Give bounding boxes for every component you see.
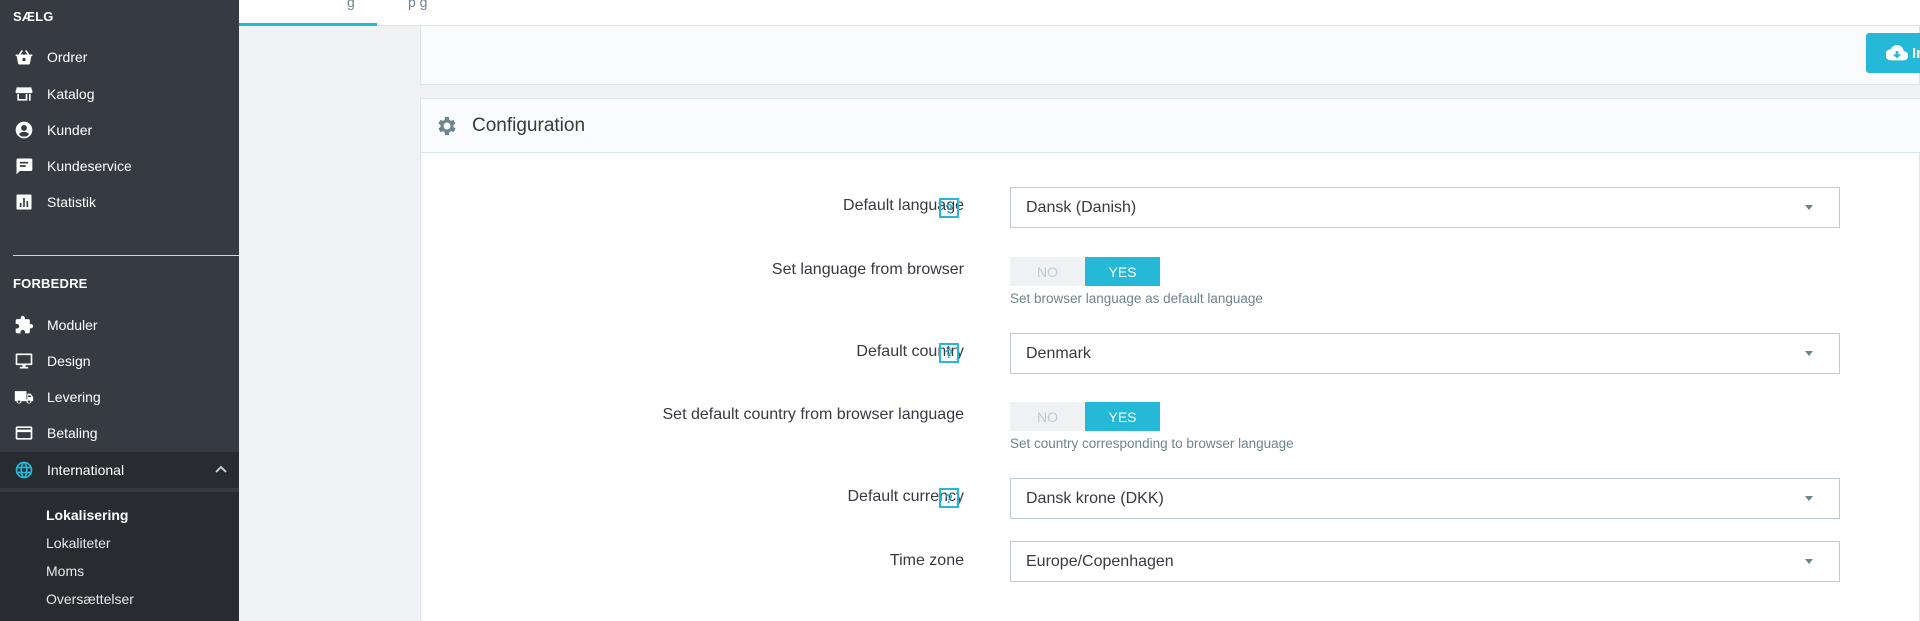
caret-down-icon xyxy=(1805,351,1813,356)
country-from-browser-label: Set default country from browser languag… xyxy=(662,406,965,423)
gear-icon xyxy=(438,116,456,135)
time-zone-label: Time zone xyxy=(889,552,964,569)
switch-yes-option[interactable]: YES xyxy=(1085,257,1160,286)
help-icon[interactable]: ? xyxy=(939,343,959,363)
sidebar-item-payment[interactable]: Betaling xyxy=(0,415,239,451)
time-zone-select[interactable]: Europe/Copenhagen xyxy=(1010,541,1840,582)
cloud-download-icon xyxy=(1886,45,1908,61)
configuration-header: Configuration xyxy=(421,99,1920,153)
sidebar-item-label: Betaling xyxy=(47,425,98,441)
sidebar-item-orders[interactable]: Ordrer xyxy=(0,39,239,75)
sidebar-item-label: Design xyxy=(47,353,91,369)
sidebar-item-label: Moduler xyxy=(47,317,98,333)
section-title-sell: SÆLG xyxy=(13,9,54,24)
sidebar-item-label: International xyxy=(47,462,125,478)
import-card xyxy=(420,26,1920,85)
tab-active[interactable]: g xyxy=(239,0,377,26)
default-currency-select[interactable]: Dansk krone (DKK) xyxy=(1010,478,1840,519)
sidebar-subnav: Lokalisering Lokaliteter Moms Oversættel… xyxy=(0,492,239,621)
chat-icon xyxy=(13,155,35,177)
default-country-select[interactable]: Denmark xyxy=(1010,333,1840,374)
country-from-browser-switch[interactable]: NO YES xyxy=(1010,402,1161,431)
bar-chart-icon xyxy=(13,191,35,213)
tab-label-fragment[interactable]: p g xyxy=(408,0,427,10)
sidebar-item-shipping[interactable]: Levering xyxy=(0,379,239,415)
truck-icon xyxy=(13,386,35,408)
sidebar-subitem-taxes[interactable]: Moms xyxy=(46,563,84,579)
language-from-browser-help: Set browser language as default language xyxy=(1010,291,1263,306)
sidebar-subitem-translations[interactable]: Oversættelser xyxy=(46,591,134,607)
sidebar-item-catalog[interactable]: Katalog xyxy=(0,76,239,112)
sidebar: SÆLG Ordrer Katalog Kunder Kundeservice … xyxy=(0,0,239,621)
language-from-browser-switch[interactable]: NO YES xyxy=(1010,257,1161,286)
sidebar-item-design[interactable]: Design xyxy=(0,343,239,379)
help-icon[interactable]: ? xyxy=(939,198,959,218)
switch-no-option[interactable]: NO xyxy=(1010,402,1085,431)
help-icon[interactable]: ? xyxy=(939,488,959,508)
caret-down-icon xyxy=(1805,496,1813,501)
default-language-select[interactable]: Dansk (Danish) xyxy=(1010,187,1840,228)
sidebar-item-customer-service[interactable]: Kundeservice xyxy=(0,148,239,184)
default-language-value: Dansk (Danish) xyxy=(1026,198,1137,216)
credit-card-icon xyxy=(13,422,35,444)
switch-no-option[interactable]: NO xyxy=(1010,257,1085,286)
sidebar-subitem-locations[interactable]: Lokaliteter xyxy=(46,535,111,551)
sidebar-item-label: Statistik xyxy=(47,194,97,210)
import-button-label: Ir xyxy=(1912,44,1920,62)
sidebar-item-statistics[interactable]: Statistik xyxy=(0,184,239,220)
switch-yes-option[interactable]: YES xyxy=(1085,402,1160,431)
language-from-browser-label: Set language from browser xyxy=(771,261,964,278)
default-country-value: Denmark xyxy=(1026,344,1091,362)
caret-down-icon xyxy=(1805,559,1813,564)
sidebar-subitem-localization[interactable]: Lokalisering xyxy=(46,507,128,523)
time-zone-value: Europe/Copenhagen xyxy=(1026,552,1174,570)
puzzle-icon xyxy=(13,314,35,336)
basket-icon xyxy=(13,46,35,68)
tab-label-fragment: g xyxy=(347,0,355,10)
sidebar-item-label: Kundeservice xyxy=(47,158,132,174)
chevron-up-icon[interactable] xyxy=(213,462,229,478)
configuration-title: Configuration xyxy=(472,114,586,136)
sidebar-divider xyxy=(13,255,239,256)
caret-down-icon xyxy=(1805,205,1813,210)
sidebar-item-label: Ordrer xyxy=(47,49,88,65)
sidebar-item-international[interactable]: International xyxy=(0,452,239,488)
sidebar-item-label: Kunder xyxy=(47,122,93,138)
country-from-browser-help: Set country corresponding to browser lan… xyxy=(1010,436,1294,451)
sidebar-item-customers[interactable]: Kunder xyxy=(0,112,239,148)
sidebar-item-modules[interactable]: Moduler xyxy=(0,307,239,343)
default-currency-value: Dansk krone (DKK) xyxy=(1026,489,1164,507)
sidebar-item-label: Katalog xyxy=(47,86,95,102)
section-title-improve: FORBEDRE xyxy=(13,276,88,291)
store-icon xyxy=(13,83,35,105)
tabs-bar xyxy=(239,0,1920,26)
globe-icon xyxy=(13,459,35,481)
desktop-icon xyxy=(13,350,35,372)
import-button[interactable]: Ir xyxy=(1866,33,1920,73)
sidebar-item-label: Levering xyxy=(47,389,101,405)
account-circle-icon xyxy=(13,119,35,141)
